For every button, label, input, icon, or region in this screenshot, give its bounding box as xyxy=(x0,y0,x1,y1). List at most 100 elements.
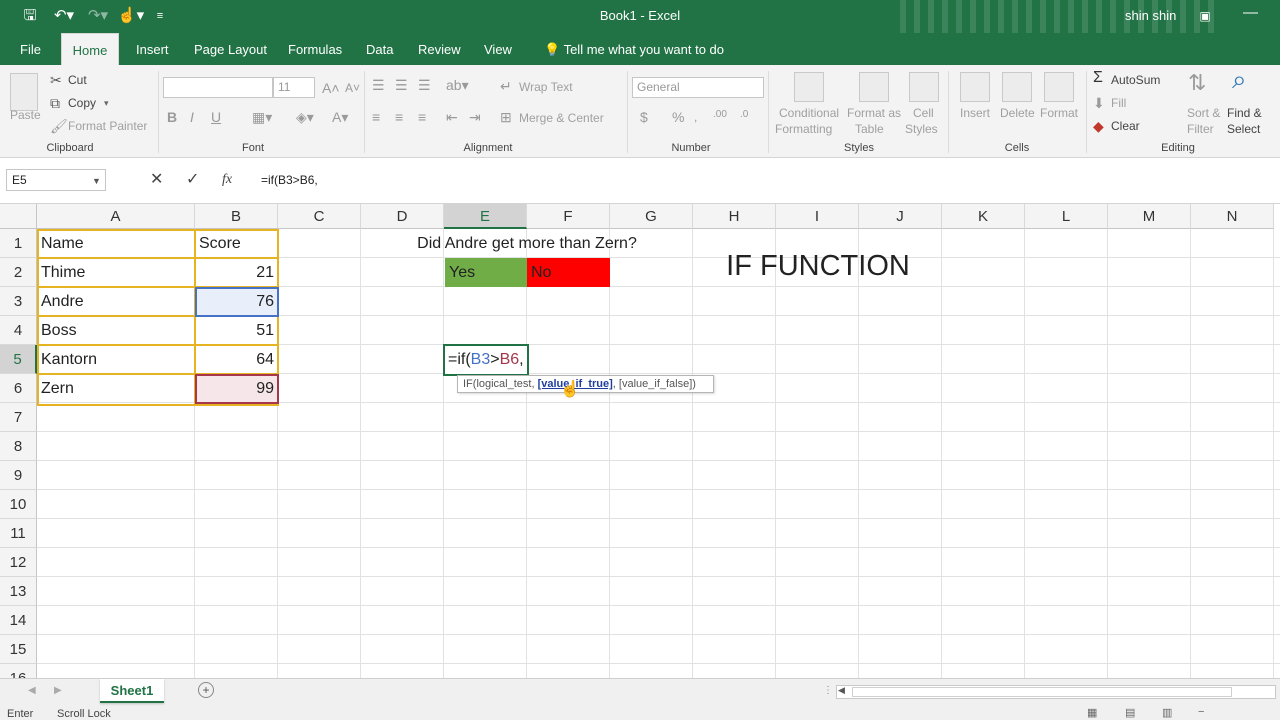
column-header-l[interactable]: L xyxy=(1025,204,1108,229)
column-header-a[interactable]: A xyxy=(37,204,195,229)
decrease-decimal-icon[interactable]: .0 xyxy=(740,107,748,123)
bold-button[interactable]: B xyxy=(167,109,177,125)
increase-decimal-icon[interactable]: .00 xyxy=(713,107,727,123)
sheet-bar-splitter-icon[interactable]: ⋮ xyxy=(823,685,833,696)
tab-home[interactable]: Home xyxy=(61,33,119,66)
page-layout-view-icon[interactable]: ▤ xyxy=(1125,706,1135,719)
row-header-15[interactable]: 15 xyxy=(0,635,37,664)
font-color-icon[interactable]: A▾ xyxy=(332,109,348,125)
column-header-e[interactable]: E xyxy=(444,204,527,229)
comma-style-icon[interactable]: , xyxy=(694,109,697,125)
confirm-entry-icon[interactable]: ✓ xyxy=(186,172,199,188)
ribbon-display-options-icon[interactable]: ▣ xyxy=(1197,7,1213,25)
percent-button[interactable]: % xyxy=(672,109,684,125)
format-as-table-label-1[interactable]: Format as xyxy=(847,106,901,120)
cell-f2-no[interactable]: No xyxy=(527,258,610,287)
page-break-view-icon[interactable]: ▥ xyxy=(1162,706,1172,719)
question-cell-d1[interactable]: Did Andre get more than Zern? xyxy=(362,229,692,258)
number-format-combo[interactable]: General xyxy=(632,77,764,98)
column-header-h[interactable]: H xyxy=(693,204,776,229)
row-header-8[interactable]: 8 xyxy=(0,432,37,461)
merge-center-button[interactable]: Merge & Center xyxy=(519,111,604,125)
scrollbar-thumb[interactable] xyxy=(852,687,1232,697)
align-center-icon[interactable]: ≡ xyxy=(395,109,403,125)
decrease-indent-icon[interactable]: ⇤ xyxy=(446,109,458,125)
row-header-10[interactable]: 10 xyxy=(0,490,37,519)
orientation-icon[interactable]: ab▾ xyxy=(446,77,469,93)
tab-data[interactable]: Data xyxy=(358,33,401,65)
zoom-out-icon[interactable]: − xyxy=(1198,706,1204,718)
conditional-formatting-label-2[interactable]: Formatting xyxy=(775,122,832,136)
bottom-align-icon[interactable]: ☰ xyxy=(418,77,431,93)
tab-insert[interactable]: Insert xyxy=(128,33,177,65)
font-size-combo[interactable]: 11 xyxy=(273,77,315,98)
row-header-1[interactable]: 1 xyxy=(0,229,37,258)
increase-indent-icon[interactable]: ⇥ xyxy=(469,109,481,125)
wrap-text-button[interactable]: Wrap Text xyxy=(519,80,573,94)
font-name-combo[interactable] xyxy=(163,77,273,98)
italic-button[interactable]: I xyxy=(190,109,194,125)
decrease-font-icon[interactable]: A˅ xyxy=(345,80,360,96)
autosum-button[interactable]: AutoSum xyxy=(1111,73,1160,87)
find-select-label-2[interactable]: Select xyxy=(1227,122,1260,136)
column-header-c[interactable]: C xyxy=(278,204,361,229)
find-select-label-1[interactable]: Find & xyxy=(1227,106,1262,120)
scroll-right-icon[interactable]: ▶ xyxy=(54,685,62,696)
tab-view[interactable]: View xyxy=(476,33,520,65)
insert-cells-button[interactable]: Insert xyxy=(960,106,990,120)
column-header-m[interactable]: M xyxy=(1108,204,1191,229)
cut-button[interactable]: Cut xyxy=(68,73,87,87)
sort-filter-label-2[interactable]: Filter xyxy=(1187,122,1214,136)
format-as-table-label-2[interactable]: Table xyxy=(855,122,884,136)
scroll-left-arrow-icon[interactable]: ◀ xyxy=(838,685,845,696)
conditional-formatting-label-1[interactable]: Conditional xyxy=(779,106,839,120)
tell-me-box[interactable]: 💡 Tell me what you want to do xyxy=(536,33,732,65)
row-header-13[interactable]: 13 xyxy=(0,577,37,606)
format-painter-button[interactable]: Format Painter xyxy=(68,119,147,133)
paste-icon[interactable] xyxy=(10,73,38,111)
user-name[interactable]: shin shin xyxy=(1125,8,1176,23)
name-box[interactable]: E5 xyxy=(6,169,106,191)
paste-button[interactable]: Paste xyxy=(10,108,41,122)
row-header-11[interactable]: 11 xyxy=(0,519,37,548)
row-header-12[interactable]: 12 xyxy=(0,548,37,577)
column-header-i[interactable]: I xyxy=(776,204,859,229)
column-header-f[interactable]: F xyxy=(527,204,610,229)
cancel-entry-icon[interactable]: ✕ xyxy=(150,172,163,188)
row-header-5[interactable]: 5 xyxy=(0,345,37,374)
column-header-b[interactable]: B xyxy=(195,204,278,229)
underline-button[interactable]: U xyxy=(211,109,221,125)
select-all-corner[interactable] xyxy=(0,204,37,229)
name-box-dropdown-icon[interactable]: ▼ xyxy=(92,173,101,189)
scroll-left-icon[interactable]: ◀ xyxy=(28,685,36,696)
cell-styles-label-1[interactable]: Cell xyxy=(913,106,934,120)
column-header-g[interactable]: G xyxy=(610,204,693,229)
row-header-6[interactable]: 6 xyxy=(0,374,37,403)
row-header-16[interactable]: 16 xyxy=(0,664,37,678)
tab-file[interactable]: File xyxy=(12,33,49,65)
row-header-2[interactable]: 2 xyxy=(0,258,37,287)
tab-page-layout[interactable]: Page Layout xyxy=(186,33,275,65)
format-cells-button[interactable]: Format xyxy=(1040,106,1078,120)
insert-function-button[interactable]: fx xyxy=(222,172,232,188)
add-sheet-icon[interactable]: + xyxy=(198,682,214,698)
sheet-tab-sheet1[interactable]: Sheet1 xyxy=(100,679,164,703)
formula-input[interactable]: =if(B3>B6, xyxy=(253,169,1273,191)
align-right-icon[interactable]: ≡ xyxy=(418,109,426,125)
top-align-icon[interactable]: ☰ xyxy=(372,77,385,93)
column-header-j[interactable]: J xyxy=(859,204,942,229)
normal-view-icon[interactable]: ▦ xyxy=(1087,706,1097,719)
minimize-icon[interactable]: — xyxy=(1243,4,1258,22)
column-header-k[interactable]: K xyxy=(942,204,1025,229)
row-header-9[interactable]: 9 xyxy=(0,461,37,490)
currency-button[interactable]: $ xyxy=(640,109,648,125)
if-function-heading[interactable]: IF FUNCTION xyxy=(694,248,942,284)
borders-icon[interactable]: ▦▾ xyxy=(252,109,272,125)
clear-button[interactable]: Clear xyxy=(1111,119,1140,133)
cell-styles-label-2[interactable]: Styles xyxy=(905,122,938,136)
row-header-7[interactable]: 7 xyxy=(0,403,37,432)
tab-formulas[interactable]: Formulas xyxy=(280,33,350,65)
fill-button[interactable]: Fill xyxy=(1111,96,1126,110)
cell-e2-yes[interactable]: Yes xyxy=(445,258,527,287)
row-header-4[interactable]: 4 xyxy=(0,316,37,345)
